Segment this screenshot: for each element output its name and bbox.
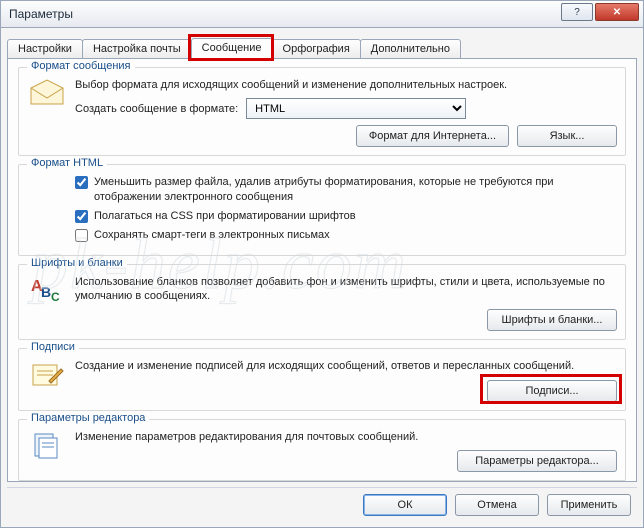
ok-button[interactable]: ОК xyxy=(363,494,447,516)
window-title: Параметры xyxy=(9,7,73,21)
fonts-button[interactable]: Шрифты и бланки... xyxy=(487,309,617,331)
compose-format-label: Создать сообщение в формате: xyxy=(75,103,238,115)
internet-format-button[interactable]: Формат для Интернета... xyxy=(356,125,509,147)
tab-mail-setup[interactable]: Настройка почты xyxy=(82,39,192,59)
editor-pages-icon xyxy=(27,430,67,460)
group-fonts: Шрифты и бланки ABC Использование бланко… xyxy=(18,264,626,341)
svg-text:B: B xyxy=(41,284,51,300)
compose-format-select[interactable]: HTML xyxy=(246,98,466,119)
abc-icon: ABC xyxy=(27,275,67,305)
group-legend: Формат сообщения xyxy=(27,60,135,72)
chk-smart-tags[interactable]: Сохранять смарт-теги в электронных письм… xyxy=(75,228,617,243)
group-legend: Подписи xyxy=(27,341,79,353)
tab-message[interactable]: Сообщение xyxy=(191,38,273,59)
cancel-button[interactable]: Отмена xyxy=(455,494,539,516)
dialog-actions: ОК Отмена Применить xyxy=(7,487,637,521)
svg-text:C: C xyxy=(51,290,60,304)
chk-reduce-size[interactable]: Уменьшить размер файла, удалив атрибуты … xyxy=(75,175,617,205)
editor-desc: Изменение параметров редактирования для … xyxy=(75,430,617,444)
group-html-format: Формат HTML Уменьшить размер файла, удал… xyxy=(18,164,626,255)
fonts-desc: Использование бланков позволяет добавить… xyxy=(75,275,617,304)
help-button[interactable]: ? xyxy=(561,3,593,21)
tab-panel: Формат сообщения Выбор формата для исход… xyxy=(7,58,637,482)
message-format-desc: Выбор формата для исходящих сообщений и … xyxy=(75,78,617,92)
chk-reduce-size-input[interactable] xyxy=(75,176,88,189)
sigs-desc: Создание и изменение подписей для исходя… xyxy=(75,359,617,373)
pen-note-icon xyxy=(27,359,67,389)
tab-spelling[interactable]: Орфография xyxy=(272,39,361,59)
group-legend: Параметры редактора xyxy=(27,412,149,424)
group-legend: Шрифты и бланки xyxy=(27,257,127,269)
editor-options-button[interactable]: Параметры редактора... xyxy=(457,450,617,472)
window-body: Настройки Настройка почты Сообщение Орфо… xyxy=(0,28,644,528)
tab-advanced[interactable]: Дополнительно xyxy=(360,39,461,59)
group-editor: Параметры редактора Изменение параметров… xyxy=(18,419,626,481)
tab-strip: Настройки Настройка почты Сообщение Орфо… xyxy=(7,34,637,58)
group-message-format: Формат сообщения Выбор формата для исход… xyxy=(18,67,626,156)
chk-rely-css[interactable]: Полагаться на CSS при форматировании шри… xyxy=(75,209,617,224)
tab-settings[interactable]: Настройки xyxy=(7,39,83,59)
title-bar: Параметры ? ✕ xyxy=(0,0,644,28)
signatures-button[interactable]: Подписи... xyxy=(487,380,617,402)
chk-rely-css-input[interactable] xyxy=(75,210,88,223)
apply-button[interactable]: Применить xyxy=(547,494,631,516)
group-signatures: Подписи Создание и изменение подписей дл… xyxy=(18,348,626,410)
envelope-icon xyxy=(27,78,67,108)
chk-smart-tags-input[interactable] xyxy=(75,229,88,242)
language-button[interactable]: Язык... xyxy=(517,125,617,147)
window-controls: ? ✕ xyxy=(561,3,639,21)
close-button[interactable]: ✕ xyxy=(595,3,639,21)
group-legend: Формат HTML xyxy=(27,157,107,169)
